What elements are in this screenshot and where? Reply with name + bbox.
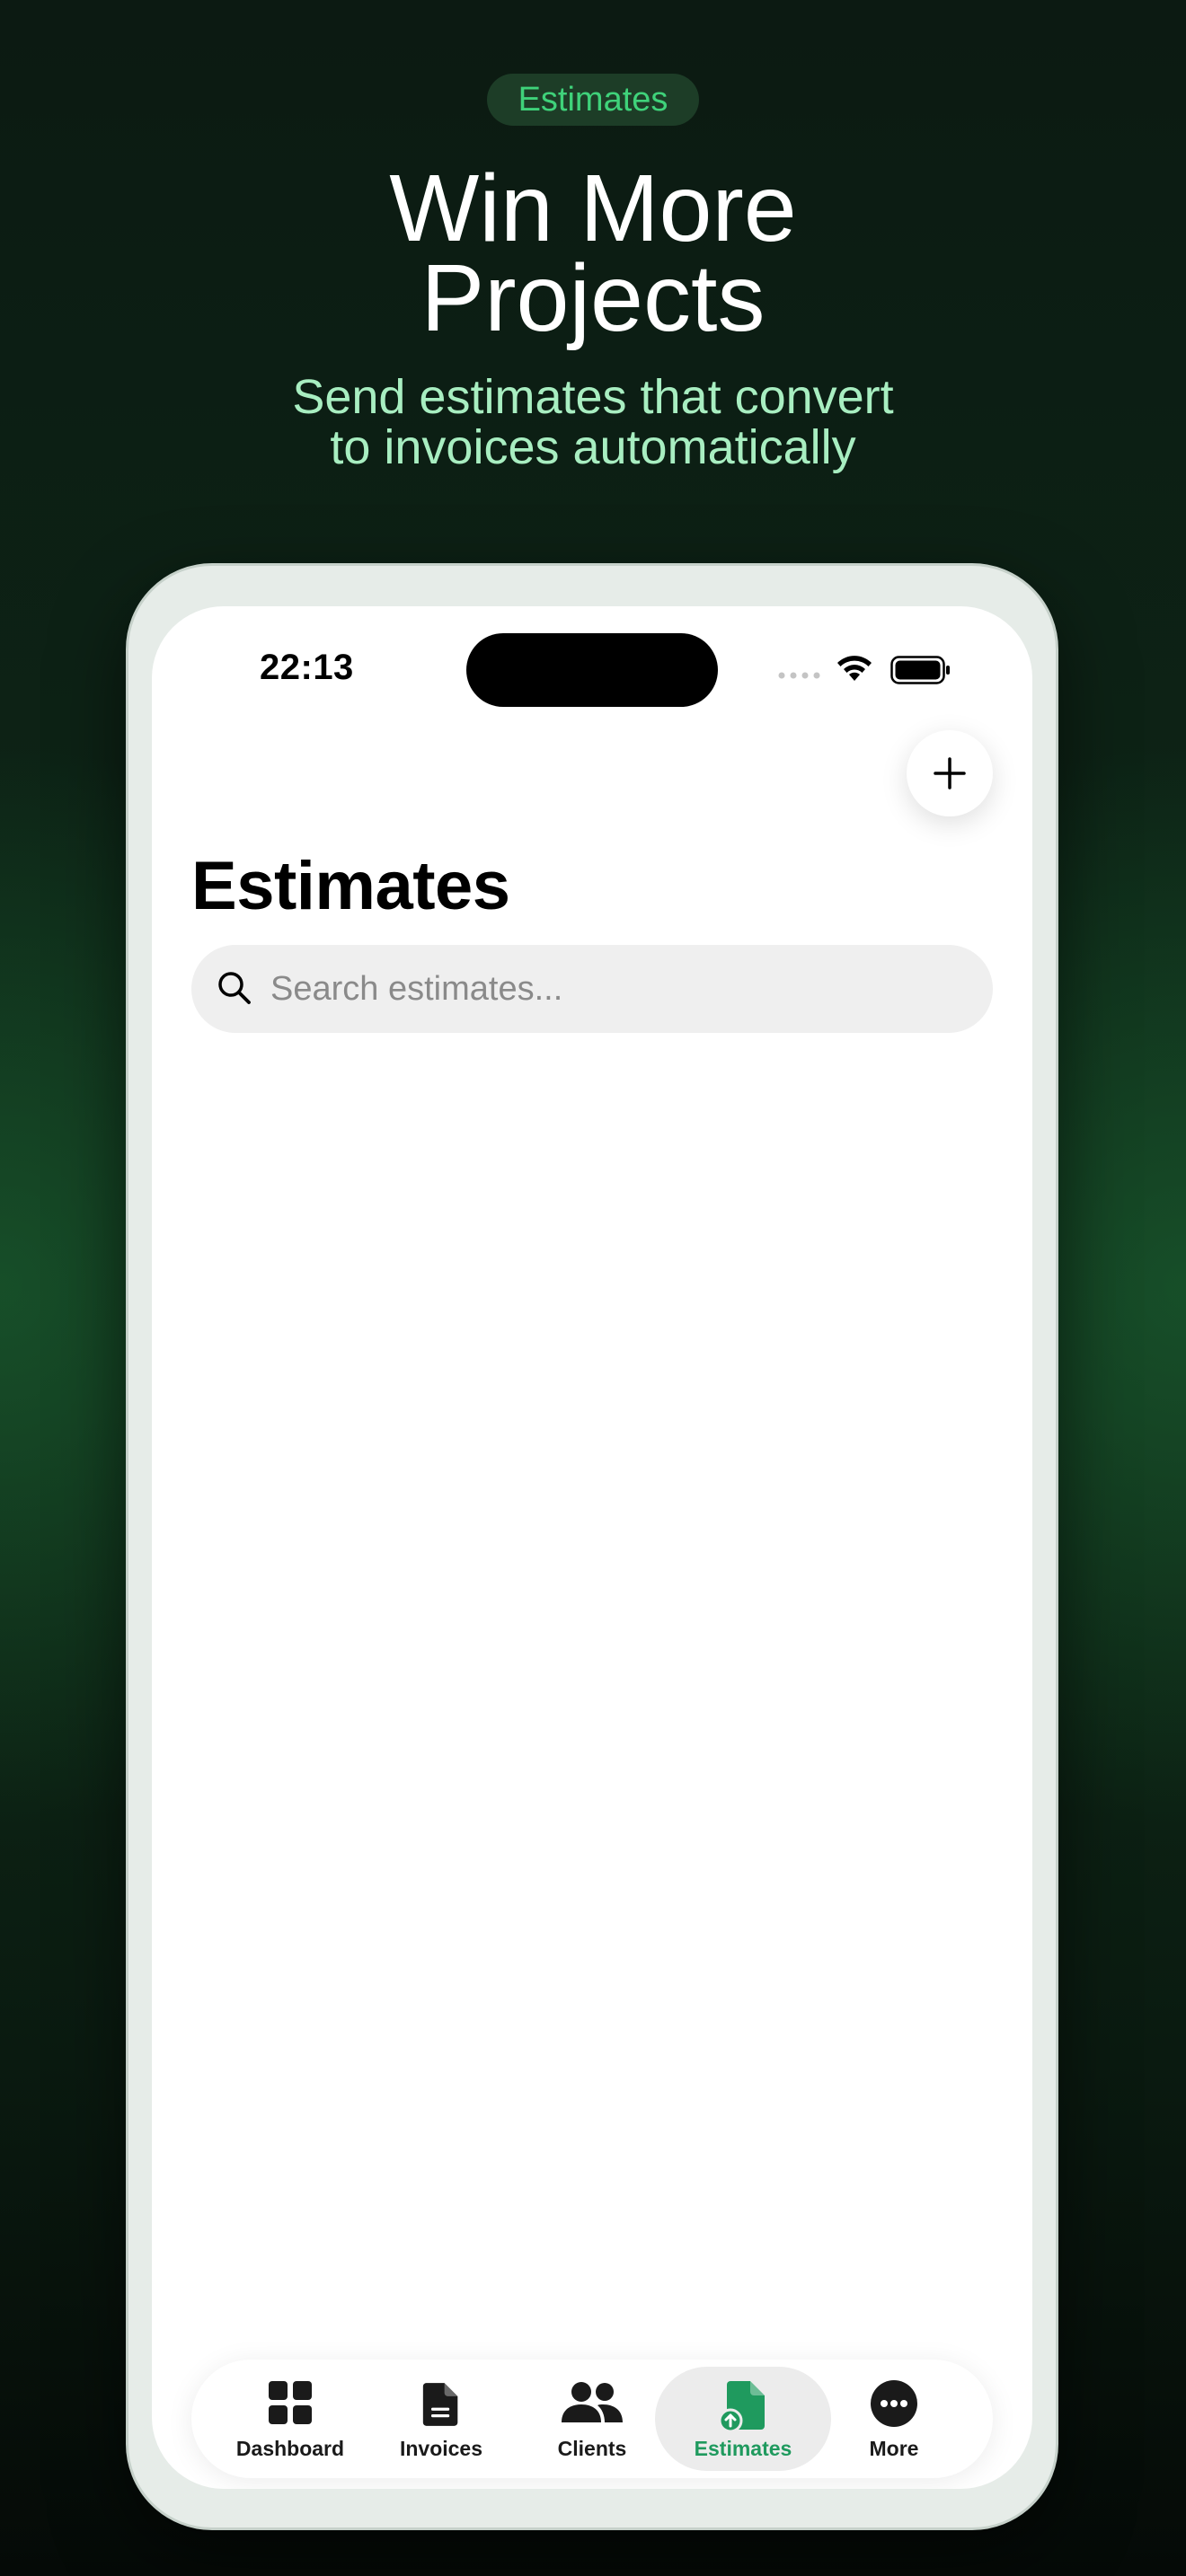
- tab-more[interactable]: More: [806, 2367, 982, 2471]
- tab-label: Clients: [557, 2437, 627, 2460]
- status-time: 22:13: [260, 648, 354, 687]
- wifi-icon: [837, 656, 872, 681]
- search-icon: [218, 972, 251, 1004]
- tab-label: Estimates: [694, 2437, 792, 2460]
- hero-subtitle: Send estimates that convert to invoices …: [0, 372, 1186, 472]
- feature-badge: Estimates: [487, 74, 699, 126]
- estimate-document-icon: [718, 2381, 765, 2433]
- tab-clients[interactable]: Clients: [504, 2367, 680, 2471]
- tab-estimates[interactable]: Estimates: [655, 2367, 831, 2471]
- add-estimate-button[interactable]: [907, 730, 993, 816]
- hero-title-line: Projects: [420, 245, 766, 351]
- hero-subtitle-line: to invoices automatically: [330, 420, 856, 474]
- battery-icon: [890, 656, 950, 684]
- page-title: Estimates: [191, 848, 510, 924]
- tab-dashboard[interactable]: Dashboard: [202, 2367, 378, 2471]
- phone-screen: 22:13 Estimates Search estimates... Dash…: [152, 606, 1032, 2489]
- people-icon: [562, 2382, 623, 2422]
- plus-icon: [934, 757, 966, 790]
- hero-subtitle-line: Send estimates that convert: [292, 370, 894, 424]
- dynamic-island: [466, 633, 718, 707]
- document-icon: [422, 2383, 458, 2426]
- tab-label: Dashboard: [235, 2437, 345, 2460]
- hero-title: Win More Projects: [0, 155, 1186, 351]
- ellipsis-circle-icon: [871, 2380, 917, 2427]
- tab-bar: Dashboard Invoices Clients Estimates Mor…: [191, 2360, 993, 2478]
- hero-title-line: Win More: [389, 155, 797, 261]
- cellular-signal-icon: [778, 672, 820, 679]
- phone-frame: 22:13 Estimates Search estimates... Dash…: [126, 563, 1058, 2530]
- search-input[interactable]: [270, 945, 971, 1033]
- tab-label: Invoices: [399, 2437, 483, 2460]
- search-bar[interactable]: [191, 945, 993, 1033]
- tab-invoices[interactable]: Invoices: [353, 2367, 529, 2471]
- grid-icon: [269, 2381, 312, 2424]
- tab-label: More: [869, 2437, 919, 2460]
